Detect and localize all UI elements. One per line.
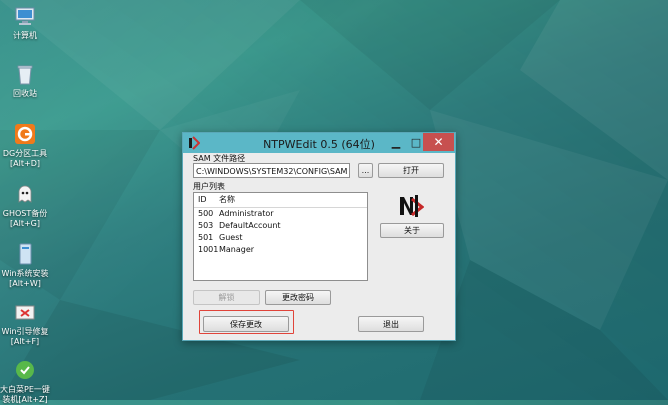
user-list[interactable]: ID 名称 500 Administrator 503 DefaultAccou… [193, 192, 368, 281]
user-id: 500 [198, 209, 214, 218]
recycle-bin-icon [17, 65, 33, 85]
desktop-icon-shortcut: [Alt+D] [10, 159, 40, 168]
user-row[interactable]: 1001 Manager [194, 244, 367, 256]
sam-path-field[interactable]: C:\WINDOWS\SYSTEM32\CONFIG\SAM [193, 163, 350, 178]
user-id: 1001 [198, 245, 219, 254]
user-name: DefaultAccount [219, 221, 281, 230]
ghost-icon [18, 185, 32, 203]
boot-repair-icon [15, 305, 35, 320]
user-list-label: 用户列表 [193, 182, 225, 191]
computer-icon [15, 7, 35, 25]
desktop-icon-shortcut: 装机[Alt+Z] [2, 395, 48, 404]
user-list-header: ID 名称 [194, 193, 367, 208]
desktop-icon-computer[interactable]: 计算机 [0, 4, 50, 41]
close-button[interactable]: ✕ [423, 133, 454, 151]
user-row[interactable]: 500 Administrator [194, 208, 367, 220]
column-header-id[interactable]: ID [194, 193, 219, 207]
diskgenius-icon [15, 124, 35, 144]
ntpwedit-logo-icon [400, 195, 424, 217]
desktop-icon-shortcut: [Alt+W] [9, 279, 41, 288]
win-install-icon [19, 243, 32, 265]
desktop-icon-shortcut: [Alt+F] [10, 337, 40, 346]
desktop-icon-label: 大白菜PE一键 [0, 385, 50, 394]
user-row[interactable]: 503 DefaultAccount [194, 220, 367, 232]
user-name: Administrator [219, 209, 274, 218]
title-bar[interactable]: NTPWEdit 0.5 (64位) ▁ □ ✕ [183, 133, 455, 153]
desktop-icon-ghost[interactable]: GHOST备份 [Alt+G] [0, 182, 50, 229]
user-name: Guest [219, 233, 243, 242]
browse-button[interactable]: ... [358, 163, 373, 178]
minimize-icon: ▁ [391, 135, 401, 149]
user-name: Manager [219, 245, 255, 254]
column-header-name[interactable]: 名称 [219, 193, 367, 207]
desktop-icon-win-install[interactable]: Win系统安装 [Alt+W] [0, 242, 50, 289]
pe-installer-icon [16, 361, 34, 379]
desktop-icon-label: 回收站 [13, 89, 37, 98]
highlight-box [199, 310, 294, 334]
desktop-icon-dg-partition[interactable]: DG分区工具 [Alt+D] [0, 122, 50, 169]
user-id: 501 [198, 233, 214, 242]
user-row[interactable]: 501 Guest [194, 232, 367, 244]
desktop-icon-boot-repair[interactable]: Win引导修复 [Alt+F] [0, 300, 50, 347]
user-id: 503 [198, 221, 214, 230]
about-button[interactable]: 关于 [380, 223, 444, 238]
unlock-button[interactable]: 解锁 [193, 290, 260, 305]
desktop-icon-pe-installer[interactable]: 大白菜PE一键 装机[Alt+Z] [0, 358, 50, 405]
exit-button[interactable]: 退出 [358, 316, 424, 332]
maximize-icon: □ [410, 135, 422, 149]
desktop-icon-label: Win系统安装 [1, 269, 49, 278]
desktop-icon-label: 计算机 [13, 31, 37, 40]
open-button[interactable]: 打开 [378, 163, 444, 178]
desktop-icon-shortcut: [Alt+G] [10, 219, 40, 228]
desktop-icon-recycle-bin[interactable]: 回收站 [0, 62, 50, 99]
minimize-button[interactable]: ▁ [385, 133, 407, 151]
close-icon: ✕ [433, 135, 444, 149]
desktop-icon-label: DG分区工具 [2, 149, 48, 158]
desktop-icon-label: Win引导修复 [1, 327, 49, 336]
change-password-button[interactable]: 更改密码 [265, 290, 331, 305]
desktop-icon-label: GHOST备份 [2, 209, 48, 218]
